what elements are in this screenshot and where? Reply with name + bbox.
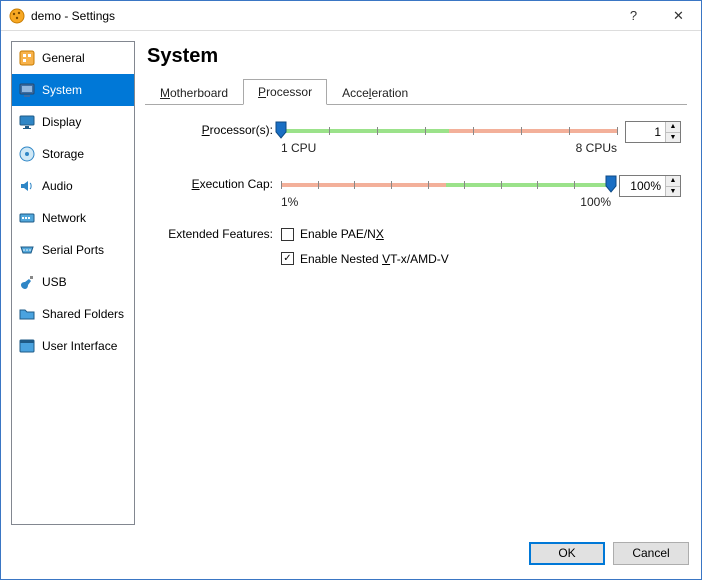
tab-motherboard[interactable]: Motherboard bbox=[145, 80, 243, 105]
tab-processor[interactable]: Processor bbox=[243, 79, 327, 105]
display-icon bbox=[18, 113, 36, 131]
processors-slider-thumb[interactable] bbox=[275, 121, 287, 139]
exec-cap-spinner[interactable]: 100% ▲▼ bbox=[619, 175, 681, 197]
processor-pane: Processor(s): bbox=[141, 105, 691, 284]
exec-cap-slider-thumb[interactable] bbox=[605, 175, 617, 193]
sidebar-item-general[interactable]: General bbox=[12, 42, 134, 74]
titlebar: demo - Settings ? ✕ bbox=[1, 1, 701, 31]
processors-label: Processor(s): bbox=[151, 121, 281, 137]
usb-icon bbox=[18, 273, 36, 291]
exec-cap-max-label: 100% bbox=[580, 195, 611, 209]
spin-down-icon[interactable]: ▼ bbox=[666, 186, 680, 197]
exec-cap-slider[interactable] bbox=[281, 177, 611, 193]
general-icon bbox=[18, 49, 36, 67]
sidebar-item-usb[interactable]: USB bbox=[12, 266, 134, 298]
sidebar-item-display[interactable]: Display bbox=[12, 106, 134, 138]
sidebar-item-system[interactable]: System bbox=[12, 74, 134, 106]
app-icon bbox=[9, 8, 25, 24]
main-pane: System Motherboard Processor Acceleratio… bbox=[141, 41, 691, 525]
sidebar-item-label: Audio bbox=[42, 179, 73, 193]
sidebar-item-label: Shared Folders bbox=[42, 307, 124, 321]
processors-slider[interactable] bbox=[281, 123, 617, 139]
sidebar-item-label: Storage bbox=[42, 147, 84, 161]
sidebar-item-label: USB bbox=[42, 275, 67, 289]
spin-up-icon[interactable]: ▲ bbox=[666, 122, 680, 132]
checkbox-label: Enable PAE/NX bbox=[300, 227, 384, 241]
exec-cap-min-label: 1% bbox=[281, 195, 298, 209]
sidebar-item-label: Display bbox=[42, 115, 81, 129]
checkbox-nested-vt[interactable]: ✓ Enable Nested VT-x/AMD-V bbox=[281, 250, 449, 268]
sidebar: General System Display Storage Audio Net… bbox=[11, 41, 135, 525]
window-title: demo - Settings bbox=[31, 9, 611, 23]
processors-spinner[interactable]: 1 ▲▼ bbox=[625, 121, 681, 143]
exec-cap-value: 100% bbox=[620, 176, 665, 196]
sidebar-item-label: System bbox=[42, 83, 82, 97]
checkbox-icon: ✓ bbox=[281, 252, 294, 265]
checkbox-icon bbox=[281, 228, 294, 241]
ok-button[interactable]: OK bbox=[529, 542, 605, 565]
system-icon bbox=[18, 81, 36, 99]
serial-icon bbox=[18, 241, 36, 259]
features-label: Extended Features: bbox=[151, 225, 281, 241]
sidebar-item-storage[interactable]: Storage bbox=[12, 138, 134, 170]
checkbox-label: Enable Nested VT-x/AMD-V bbox=[300, 252, 449, 266]
sidebar-item-audio[interactable]: Audio bbox=[12, 170, 134, 202]
sidebar-item-shared[interactable]: Shared Folders bbox=[12, 298, 134, 330]
spin-down-icon[interactable]: ▼ bbox=[666, 132, 680, 143]
processors-max-label: 8 CPUs bbox=[576, 141, 617, 155]
sidebar-item-network[interactable]: Network bbox=[12, 202, 134, 234]
folder-icon bbox=[18, 305, 36, 323]
sidebar-item-label: Network bbox=[42, 211, 86, 225]
processors-min-label: 1 CPU bbox=[281, 141, 316, 155]
processors-value: 1 bbox=[626, 122, 665, 142]
settings-window: demo - Settings ? ✕ General System Displ… bbox=[0, 0, 702, 580]
help-button[interactable]: ? bbox=[611, 1, 656, 30]
storage-icon bbox=[18, 145, 36, 163]
page-title: System bbox=[141, 41, 691, 78]
network-icon bbox=[18, 209, 36, 227]
spin-up-icon[interactable]: ▲ bbox=[666, 176, 680, 186]
audio-icon bbox=[18, 177, 36, 195]
sidebar-item-ui[interactable]: User Interface bbox=[12, 330, 134, 362]
cancel-button[interactable]: Cancel bbox=[613, 542, 689, 565]
sidebar-item-label: User Interface bbox=[42, 339, 117, 353]
tab-acceleration[interactable]: Acceleration bbox=[327, 80, 423, 105]
sidebar-item-serial[interactable]: Serial Ports bbox=[12, 234, 134, 266]
sidebar-item-label: General bbox=[42, 51, 85, 65]
ui-icon bbox=[18, 337, 36, 355]
checkbox-pae-nx[interactable]: Enable PAE/NX bbox=[281, 225, 384, 243]
dialog-footer: OK Cancel bbox=[1, 535, 701, 579]
exec-cap-label: Execution Cap: bbox=[151, 175, 281, 191]
close-button[interactable]: ✕ bbox=[656, 1, 701, 30]
sidebar-item-label: Serial Ports bbox=[42, 243, 104, 257]
tabs: Motherboard Processor Acceleration bbox=[145, 78, 687, 105]
